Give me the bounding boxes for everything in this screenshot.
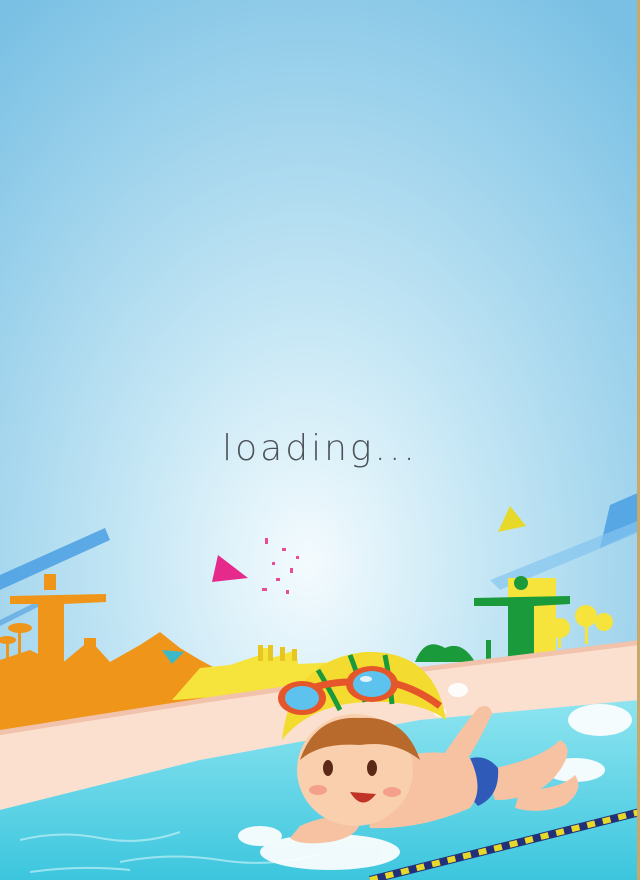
loading-screen: loading... [0,0,640,880]
loading-text: loading... [222,428,418,469]
